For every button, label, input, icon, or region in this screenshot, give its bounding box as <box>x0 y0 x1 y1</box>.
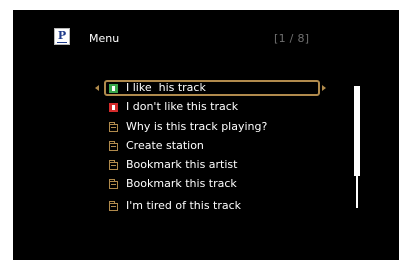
menu-item-dislike-track[interactable]: I don't like this track <box>105 99 319 115</box>
folder-icon <box>109 160 118 170</box>
folder-icon <box>109 122 118 132</box>
menu-list: I like his track I don't like this track… <box>104 80 320 220</box>
menu-item-label: Bookmark this track <box>126 177 237 190</box>
thumbs-down-icon <box>109 103 118 112</box>
thumbs-up-icon <box>109 84 118 93</box>
folder-icon <box>109 179 118 189</box>
menu-item-create-station[interactable]: Create station <box>105 138 319 154</box>
menu-item-like-track[interactable]: I like his track <box>104 80 320 96</box>
page-indicator: [1 / 8] <box>274 32 310 45</box>
menu-item-label: Bookmark this artist <box>126 158 238 171</box>
menu-item-label: I like his track <box>126 81 206 94</box>
logo-underline <box>57 42 67 43</box>
scrollbar-thumb[interactable] <box>354 86 360 176</box>
folder-icon <box>109 141 118 151</box>
menu-item-why-playing[interactable]: Why is this track playing? <box>105 119 319 135</box>
menu-item-label: Why is this track playing? <box>126 120 268 133</box>
menu-item-tired-of-track[interactable]: I'm tired of this track <box>105 198 319 214</box>
menu-item-label: I don't like this track <box>126 100 239 113</box>
menu-item-label: I'm tired of this track <box>126 199 242 212</box>
logo-letter: P <box>57 29 67 42</box>
menu-item-bookmark-artist[interactable]: Bookmark this artist <box>105 157 319 173</box>
left-arrow-icon[interactable] <box>95 85 99 91</box>
menu-title: Menu <box>89 32 120 45</box>
menu-item-bookmark-track[interactable]: Bookmark this track <box>105 176 319 192</box>
right-arrow-icon[interactable] <box>322 85 326 91</box>
menu-item-label: Create station <box>126 139 204 152</box>
menu-screen: P Menu [1 / 8] I like his track I don't … <box>13 10 399 260</box>
pandora-logo-icon: P <box>54 28 70 45</box>
folder-icon <box>109 201 118 211</box>
